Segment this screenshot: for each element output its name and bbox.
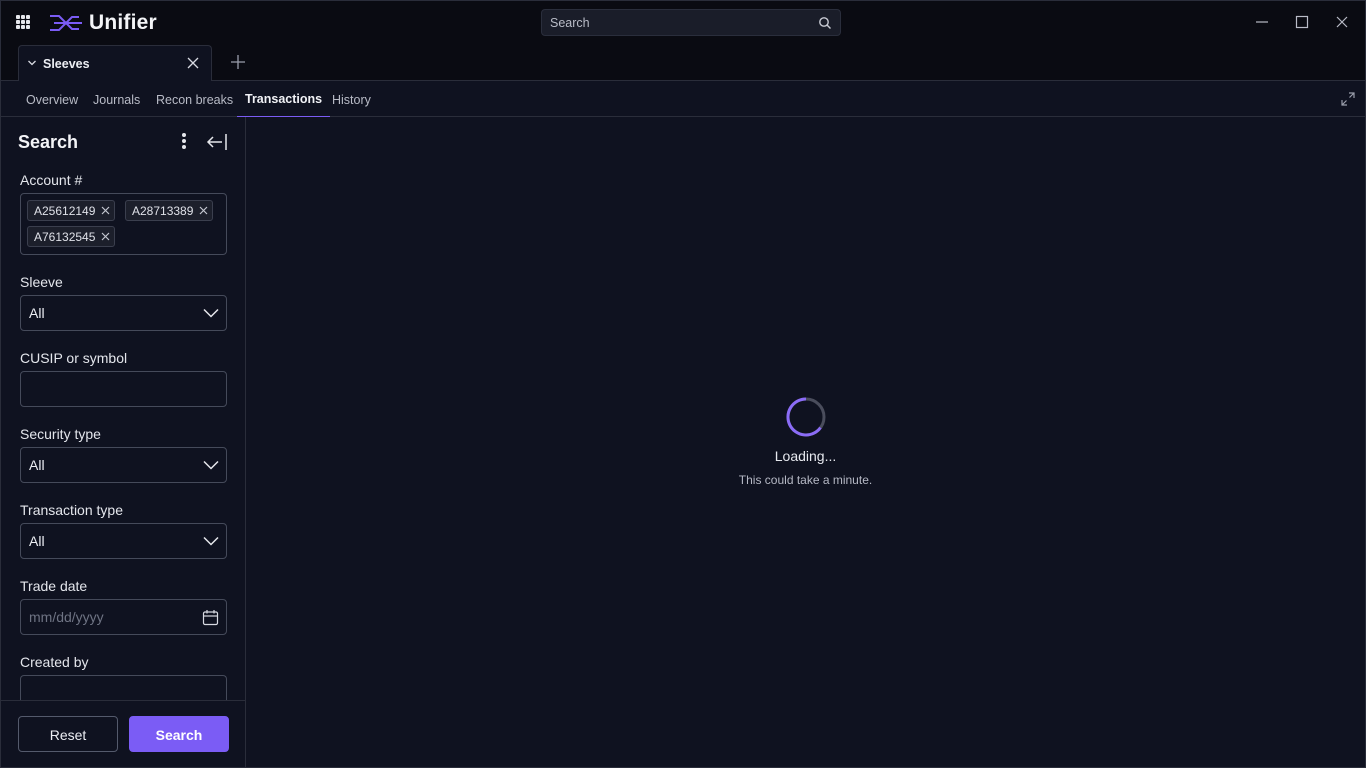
account-chip-label: A28713389	[132, 203, 194, 218]
cusip-field[interactable]	[20, 371, 227, 407]
document-tab-strip: Sleeves	[1, 45, 1365, 81]
remove-chip-icon[interactable]	[199, 206, 208, 215]
account-chip: A76132545	[27, 226, 116, 247]
document-tab-label: Sleeves	[43, 57, 90, 71]
app-logo: Unifier	[49, 11, 157, 35]
global-search-input[interactable]	[542, 10, 840, 35]
search-panel-title: Search	[18, 132, 79, 152]
reset-button[interactable]: Reset	[18, 716, 118, 752]
apps-grid-icon[interactable]	[16, 15, 30, 29]
account-chip: A28713389	[125, 200, 214, 221]
tab-recon-breaks[interactable]: Recon breaks	[156, 81, 233, 117]
tab-overview[interactable]: Overview	[26, 81, 78, 117]
search-panel-footer: Reset Search	[1, 700, 245, 767]
tab-journals[interactable]: Journals	[93, 81, 140, 117]
document-tab-sleeves[interactable]: Sleeves	[18, 45, 212, 81]
account-chip-label: A76132545	[34, 229, 96, 244]
remove-chip-icon[interactable]	[101, 232, 110, 241]
minimize-icon	[1256, 21, 1268, 23]
close-tab-icon[interactable]	[187, 57, 199, 69]
security-type-value: All	[29, 457, 45, 473]
account-multiselect[interactable]: A25612149 A28713389 A76132545	[20, 193, 227, 255]
trade-date-input[interactable]	[21, 600, 226, 634]
add-tab-icon[interactable]	[230, 54, 246, 70]
global-search[interactable]	[541, 9, 841, 36]
section-tabs: Overview Journals Recon breaks Transacti…	[1, 81, 1365, 118]
created-by-input[interactable]	[21, 676, 226, 700]
account-chip: A25612149	[27, 200, 116, 221]
collapse-panel-icon[interactable]	[205, 132, 229, 152]
maximize-icon	[1295, 15, 1309, 29]
more-options-icon[interactable]	[178, 133, 190, 151]
close-icon	[1336, 16, 1348, 28]
close-window-button[interactable]	[1333, 13, 1351, 31]
transaction-type-label: Transaction type	[20, 502, 123, 518]
cusip-label: CUSIP or symbol	[20, 350, 128, 366]
app-window: Unifier Sleeves Overview Journ	[0, 0, 1366, 768]
chevron-down-icon	[203, 308, 219, 318]
loading-spinner-icon	[786, 397, 826, 437]
search-icon[interactable]	[818, 16, 832, 30]
app-name: Unifier	[89, 11, 157, 34]
account-label: Account #	[20, 172, 83, 188]
sleeve-select[interactable]: All	[20, 295, 227, 331]
account-chip-label: A25612149	[34, 203, 96, 218]
loading-title: Loading...	[774, 448, 837, 464]
chevron-down-icon	[203, 536, 219, 546]
security-type-select[interactable]: All	[20, 447, 227, 483]
trade-date-field[interactable]	[20, 599, 227, 635]
loading-subtitle: This could take a minute.	[738, 473, 873, 487]
search-button[interactable]: Search	[129, 716, 229, 752]
created-by-field[interactable]	[20, 675, 227, 700]
title-bar: Unifier	[1, 1, 1365, 45]
transaction-type-value: All	[29, 533, 45, 549]
search-panel: Search Account # A25612149 A28713389 A76…	[1, 117, 246, 767]
unifier-logo-icon	[50, 15, 82, 31]
minimize-button[interactable]	[1253, 13, 1271, 31]
chevron-down-icon	[203, 460, 219, 470]
sleeve-value: All	[29, 305, 45, 321]
created-by-label: Created by	[20, 654, 89, 670]
transactions-content: Loading... This could take a minute.	[246, 117, 1365, 767]
calendar-icon[interactable]	[202, 609, 219, 626]
expand-icon[interactable]	[1341, 92, 1355, 106]
remove-chip-icon[interactable]	[101, 206, 110, 215]
sleeve-label: Sleeve	[20, 274, 63, 290]
chevron-down-icon[interactable]	[27, 58, 37, 68]
trade-date-label: Trade date	[20, 578, 88, 594]
transaction-type-select[interactable]: All	[20, 523, 227, 559]
tab-transactions[interactable]: Transactions	[236, 81, 331, 118]
security-type-label: Security type	[20, 426, 101, 442]
tab-history[interactable]: History	[332, 81, 371, 117]
cusip-input[interactable]	[21, 372, 226, 406]
maximize-button[interactable]	[1293, 13, 1311, 31]
